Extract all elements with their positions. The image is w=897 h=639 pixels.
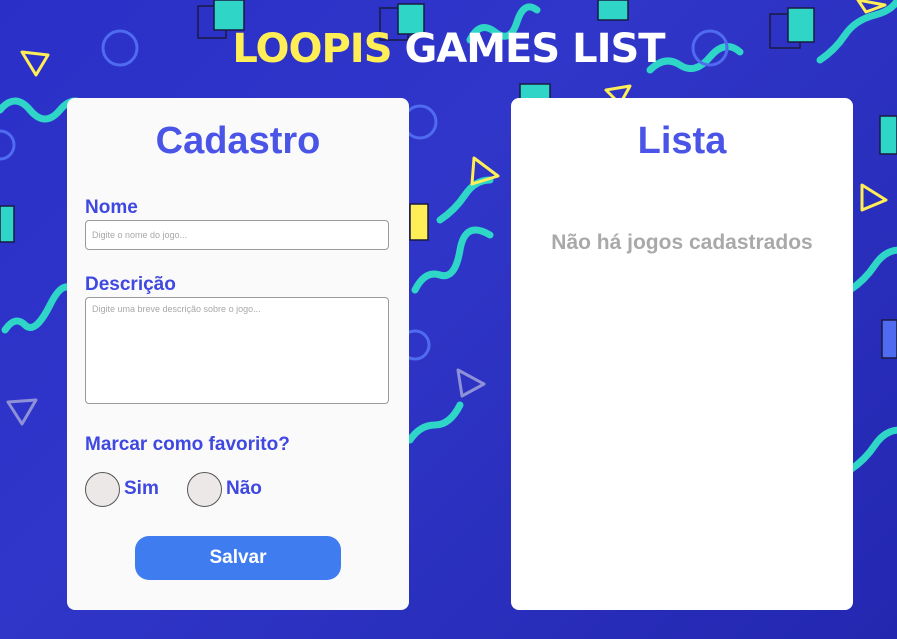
list-card: Lista Não há jogos cadastrados xyxy=(511,98,853,610)
save-button[interactable]: Salvar xyxy=(135,536,341,580)
description-label: Descrição xyxy=(85,274,176,295)
favorite-no-label: Não xyxy=(226,478,262,499)
title-text: GAMES LIST xyxy=(404,26,665,72)
app-title: LOOPIS GAMES LIST xyxy=(0,26,897,72)
register-title: Cadastro xyxy=(155,120,321,162)
favorite-label: Marcar como favorito? xyxy=(85,434,290,455)
register-card: Cadastro Nome Descrição Marcar como favo… xyxy=(67,98,409,610)
brand-name: LOOPIS xyxy=(232,26,392,72)
favorite-yes-option[interactable]: Sim xyxy=(85,470,159,508)
favorite-no-option[interactable]: Não xyxy=(187,470,262,508)
favorite-yes-label: Sim xyxy=(124,478,159,499)
favorite-no-radio[interactable] xyxy=(187,471,222,507)
description-input[interactable] xyxy=(85,297,389,404)
name-label: Nome xyxy=(85,197,138,218)
empty-list-message: Não há jogos cadastrados xyxy=(551,231,813,254)
list-title: Lista xyxy=(637,120,727,162)
name-input[interactable] xyxy=(85,220,389,250)
favorite-yes-radio[interactable] xyxy=(85,471,120,507)
favorite-radio-group: Sim Não xyxy=(85,470,405,508)
